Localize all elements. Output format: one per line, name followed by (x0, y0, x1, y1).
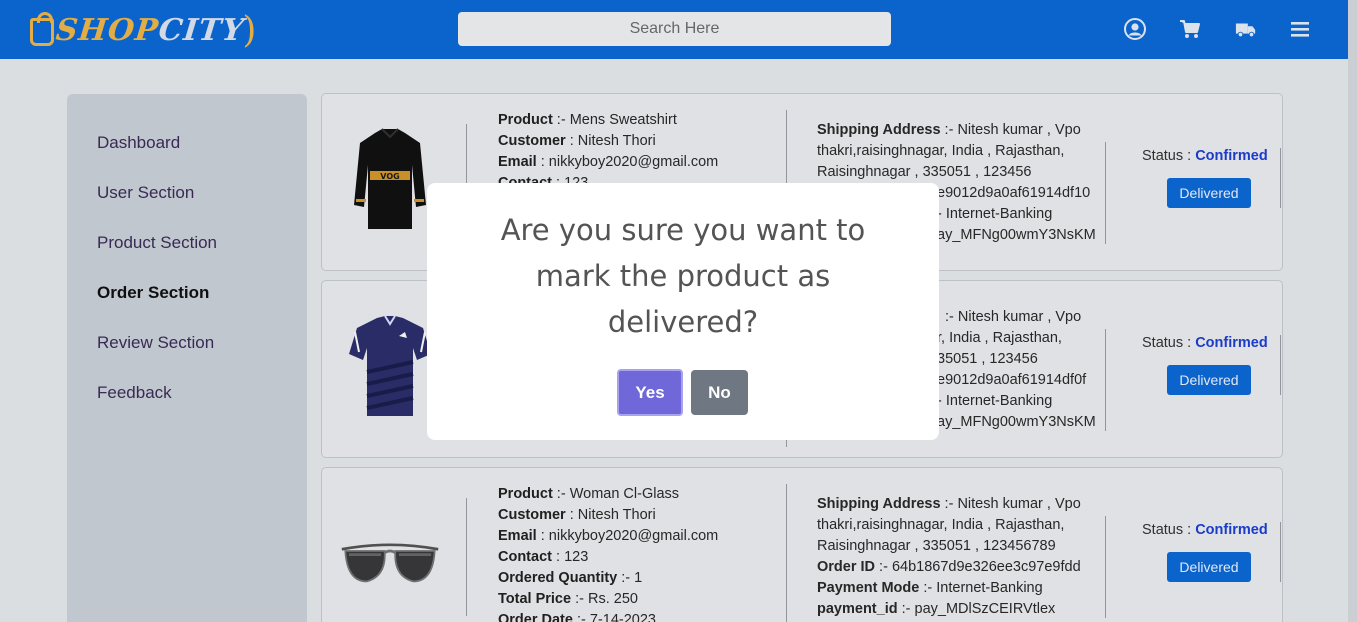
confirm-delivery-dialog: Are you sure you want to mark the produc… (427, 183, 939, 440)
no-button[interactable]: No (691, 370, 748, 415)
dialog-message: Are you sure you want to mark the produc… (500, 213, 866, 339)
yes-button[interactable]: Yes (617, 369, 683, 416)
